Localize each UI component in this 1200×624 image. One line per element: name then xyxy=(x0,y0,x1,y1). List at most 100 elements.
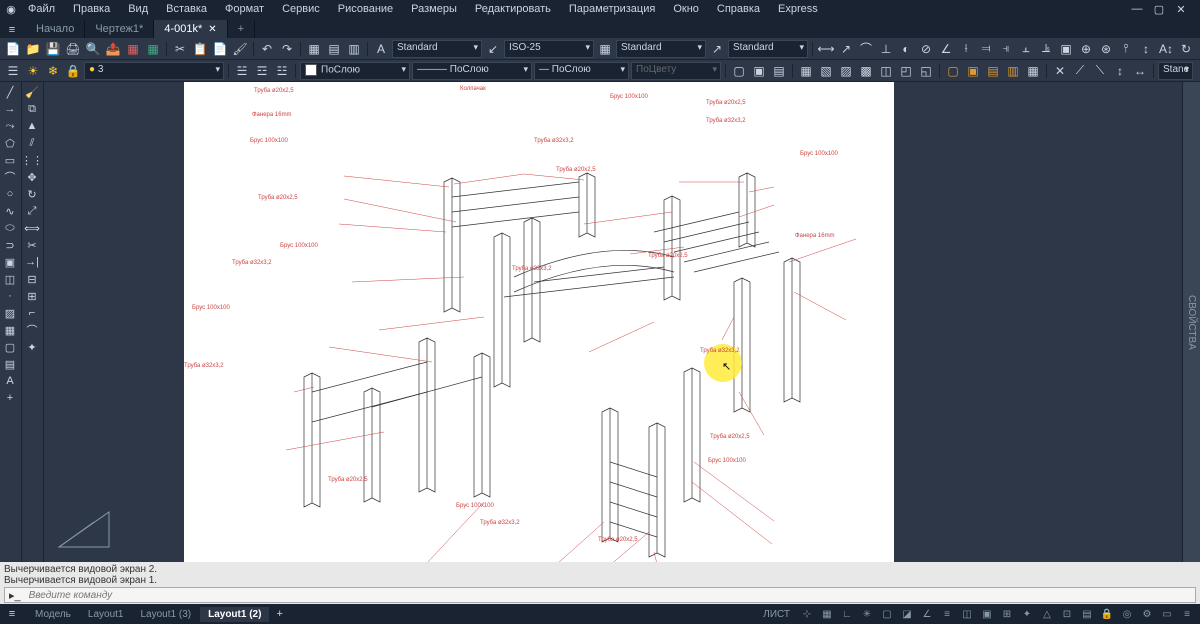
dim-diameter-icon[interactable]: ⊘ xyxy=(917,40,935,58)
tab-layout1[interactable]: Layout1 xyxy=(80,607,132,622)
tab-add[interactable]: + xyxy=(228,20,255,38)
menu-insert[interactable]: Вставка xyxy=(158,1,215,17)
anno-select[interactable]: Stanc xyxy=(1158,62,1193,80)
ellipse-icon[interactable]: ⬭ xyxy=(1,220,19,236)
mleaderstyle-icon[interactable]: ↗ xyxy=(708,40,726,58)
publish-icon[interactable]: 📤 xyxy=(104,40,122,58)
block-icon[interactable]: ▢ xyxy=(730,62,748,80)
save-icon[interactable]: 💾 xyxy=(44,40,62,58)
tab-layout1-3[interactable]: Layout1 (3) xyxy=(133,607,200,622)
layer-match-icon[interactable]: ☳ xyxy=(273,62,291,80)
tab-start[interactable]: Начало xyxy=(26,20,85,38)
gizmo-icon[interactable]: ✦ xyxy=(1018,606,1036,622)
hatch-icon[interactable]: ▨ xyxy=(1,305,19,321)
rotate-icon[interactable]: ↻ xyxy=(23,186,41,202)
group-7-icon[interactable]: ◱ xyxy=(917,62,935,80)
dim-ordinate-icon[interactable]: ⊥ xyxy=(877,40,895,58)
customize-icon[interactable]: ≡ xyxy=(1178,606,1196,622)
tool-2-icon[interactable]: ▣ xyxy=(964,62,982,80)
tool-5-icon[interactable]: ▦ xyxy=(1024,62,1042,80)
layer-state-icon[interactable]: ☱ xyxy=(233,62,251,80)
mirror-icon[interactable]: ▲ xyxy=(23,118,41,134)
osnap-icon[interactable]: ▢ xyxy=(878,606,896,622)
break-icon[interactable]: ⊟ xyxy=(23,271,41,287)
3dosnap-icon[interactable]: ◪ xyxy=(898,606,916,622)
grid-icon[interactable]: ▦ xyxy=(305,40,323,58)
dim-continue-icon[interactable]: ⫣ xyxy=(997,40,1015,58)
tab-4001k[interactable]: 4-001k*✕ xyxy=(154,20,227,38)
text-style-select[interactable]: Standard xyxy=(392,40,482,58)
constraint-5-icon[interactable]: ↔ xyxy=(1131,62,1149,80)
textstyle-icon[interactable]: A xyxy=(372,40,390,58)
mtext-icon[interactable]: A xyxy=(1,373,19,389)
layout-hamburger-icon[interactable]: ≡ xyxy=(4,606,20,622)
insert-icon[interactable]: ▣ xyxy=(750,62,768,80)
layer-select[interactable]: ● 3 xyxy=(84,62,224,80)
menu-file[interactable]: Файл xyxy=(20,1,63,17)
explode-icon[interactable]: ✦ xyxy=(23,339,41,355)
dim-linear-icon[interactable]: ⟷ xyxy=(817,40,835,58)
join-icon[interactable]: ⊞ xyxy=(23,288,41,304)
layer-lock-icon[interactable]: 🔒 xyxy=(64,62,82,80)
insert-block-icon[interactable]: ▣ xyxy=(1,254,19,270)
isolate-icon[interactable]: ◎ xyxy=(1118,606,1136,622)
attdef-icon[interactable]: ▤ xyxy=(770,62,788,80)
table-icon[interactable]: ▤ xyxy=(325,40,343,58)
stretch-icon[interactable]: ⟺ xyxy=(23,220,41,236)
ellipse-arc-icon[interactable]: ⊃ xyxy=(1,237,19,253)
paste-icon[interactable]: 📄 xyxy=(211,40,229,58)
region-icon[interactable]: ▢ xyxy=(1,339,19,355)
dimstyle-icon[interactable]: ↙ xyxy=(484,40,502,58)
group-6-icon[interactable]: ◰ xyxy=(897,62,915,80)
plotstyle-select[interactable]: ПоЦвету xyxy=(631,62,721,80)
group-5-icon[interactable]: ◫ xyxy=(877,62,895,80)
menu-express[interactable]: Express xyxy=(770,1,826,17)
tool-1-icon[interactable]: ▢ xyxy=(944,62,962,80)
rect-icon[interactable]: ▭ xyxy=(1,152,19,168)
transparency-icon[interactable]: ◫ xyxy=(958,606,976,622)
cleanscreen-icon[interactable]: ▭ xyxy=(1158,606,1176,622)
properties-panel-tab[interactable]: СВОЙСТВA xyxy=(1182,82,1200,562)
layer-prev-icon[interactable]: ☲ xyxy=(253,62,271,80)
erase-icon[interactable]: 🧹 xyxy=(23,84,41,100)
dim-style-select[interactable]: ISO-25 xyxy=(504,40,594,58)
print-icon[interactable]: 🖨 xyxy=(64,40,82,58)
polar-icon[interactable]: ✳ xyxy=(858,606,876,622)
chamfer-icon[interactable]: ⌐ xyxy=(23,305,41,321)
polygon-icon[interactable]: ⬠ xyxy=(1,135,19,151)
addselected-icon[interactable]: + xyxy=(1,390,19,406)
make-block-icon[interactable]: ◫ xyxy=(1,271,19,287)
arc-icon[interactable]: ⌒ xyxy=(1,169,19,185)
layer-on-icon[interactable]: ☀ xyxy=(24,62,42,80)
dim-quick-icon[interactable]: ⟊ xyxy=(957,40,975,58)
menu-parametric[interactable]: Параметризация xyxy=(561,1,663,17)
ortho-icon[interactable]: ∟ xyxy=(838,606,856,622)
menu-dimensions[interactable]: Размеры xyxy=(403,1,465,17)
selection-icon[interactable]: ▣ xyxy=(978,606,996,622)
new-icon[interactable]: 📄 xyxy=(4,40,22,58)
point-icon[interactable]: · xyxy=(1,288,19,304)
units-icon[interactable]: ⊡ xyxy=(1058,606,1076,622)
menu-modify[interactable]: Редактировать xyxy=(467,1,559,17)
table-style-select[interactable]: Standard xyxy=(616,40,706,58)
dwf-icon[interactable]: ▦ xyxy=(144,40,162,58)
dimtedit-icon[interactable]: A↕ xyxy=(1157,40,1175,58)
paper-space[interactable] xyxy=(184,82,894,562)
menu-window[interactable]: Окно xyxy=(665,1,707,17)
dim-aligned-icon[interactable]: ↗ xyxy=(837,40,855,58)
fillet-icon[interactable]: ⌒ xyxy=(23,322,41,338)
export-icon[interactable]: ▦ xyxy=(124,40,142,58)
open-icon[interactable]: 📁 xyxy=(24,40,42,58)
menu-format[interactable]: Формат xyxy=(217,1,272,17)
cut-icon[interactable]: ✂ xyxy=(171,40,189,58)
tab-model[interactable]: Модель xyxy=(27,607,79,622)
snap-icon[interactable]: ⊹ xyxy=(798,606,816,622)
group-2-icon[interactable]: ▧ xyxy=(817,62,835,80)
dimupdate-icon[interactable]: ↻ xyxy=(1177,40,1195,58)
minimize-button[interactable]: — xyxy=(1130,2,1144,16)
tab-layout1-2[interactable]: Layout1 (2) xyxy=(200,607,269,622)
mleader-style-select[interactable]: Standard xyxy=(728,40,808,58)
copy-icon[interactable]: 📋 xyxy=(191,40,209,58)
ray-icon[interactable]: → xyxy=(1,101,19,117)
layer-freeze-icon[interactable]: ❄ xyxy=(44,62,62,80)
